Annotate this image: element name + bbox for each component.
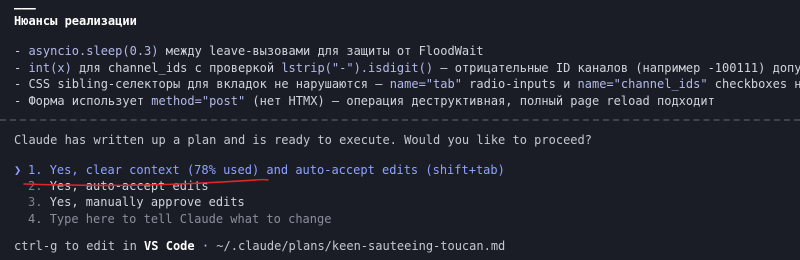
terminal-window: ——— Нюансы реализации - asyncio.sleep(0.… — [0, 0, 800, 260]
section-heading: Нюансы реализации — [14, 14, 137, 28]
bullet-text: (нет HTMX) — операция деструктивная, пол… — [245, 94, 715, 108]
option-number: 1. — [28, 163, 43, 177]
option-number: 3. — [28, 195, 43, 209]
plan-prompt: Claude has written up a plan and is read… — [14, 133, 592, 147]
editor-link[interactable]: VS Code — [144, 239, 195, 253]
bullet-item: - asyncio.sleep(0.3) между leave-вызовам… — [14, 43, 484, 59]
dashed-divider — [0, 119, 800, 121]
code-span: int(x) — [28, 61, 72, 75]
code-span: method="post" — [151, 94, 246, 108]
code-span: name="tab" — [389, 77, 462, 91]
bullet-prefix: - — [14, 94, 29, 108]
footer-hint: ctrl-g to edit in VS Code · ~/.claude/pl… — [14, 238, 505, 254]
bullet-text: — отрицательные ID каналов (например -10… — [433, 61, 800, 75]
option-label: Yes, clear context (78% used) and auto-a… — [49, 163, 505, 177]
bullet-prefix: - — [14, 61, 29, 75]
option-label: Yes, manually approve edits — [49, 195, 245, 209]
red-underline-annotation — [23, 178, 269, 187]
bullet-text: checkboxes не конф — [714, 77, 800, 91]
code-span: lstrip("-").isdigit() — [281, 61, 434, 75]
code-span: name="channel_ids" — [577, 77, 708, 91]
selection-cursor-icon: ❯ — [14, 163, 22, 177]
bullet-item: - Форма использует method="post" (нет HT… — [14, 93, 715, 109]
footer-path: · ~/.claude/plans/keen-sauteeing-toucan.… — [194, 239, 506, 253]
bullet-text: между leave-вызовами для защиты от Flood… — [158, 44, 484, 58]
option-manual-approve[interactable]: 3. Yes, manually approve edits — [14, 194, 245, 210]
bullet-text: CSS sibling-селекторы для вкладок не нар… — [28, 77, 390, 91]
option-type-feedback[interactable]: 4. Type here to tell Claude what to chan… — [14, 211, 331, 227]
footer-text: ctrl-g to edit in — [14, 239, 145, 253]
bullet-text: Форма использует — [28, 94, 152, 108]
option-label: Type here to tell Claude what to change — [49, 212, 332, 226]
bullet-text: для channel_ids с проверкой — [71, 61, 282, 75]
bullet-item: - CSS sibling-селекторы для вкладок не н… — [14, 76, 800, 92]
bullet-text: radio-inputs и — [461, 77, 578, 91]
bullet-item: - int(x) для channel_ids с проверкой lst… — [14, 60, 800, 76]
bullet-prefix: - — [14, 77, 29, 91]
bullet-prefix: - — [14, 44, 29, 58]
code-span: asyncio.sleep(0.3) — [28, 44, 159, 58]
option-number: 4. — [28, 212, 43, 226]
option-clear-context-auto-accept[interactable]: ❯ 1. Yes, clear context (78% used) and au… — [14, 162, 505, 178]
